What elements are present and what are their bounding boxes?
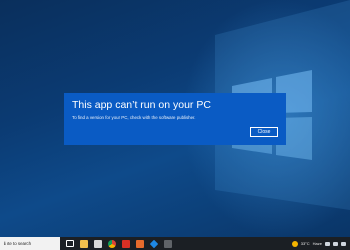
app-error-dialog: This app can’t run on your PC To find a … bbox=[64, 93, 286, 145]
red-app-icon[interactable] bbox=[122, 239, 130, 248]
close-button[interactable]: Close bbox=[250, 127, 278, 137]
volume-icon[interactable] bbox=[333, 241, 338, 246]
taskbar: ℹ ıte to search 33°C Haze bbox=[0, 237, 350, 250]
chrome-icon[interactable] bbox=[108, 239, 116, 248]
photos-icon[interactable] bbox=[136, 239, 144, 248]
store-icon[interactable] bbox=[164, 239, 172, 248]
taskbar-search-box[interactable]: ℹ ıte to search bbox=[0, 237, 60, 250]
dropbox-icon[interactable] bbox=[149, 239, 159, 248]
notification-icon[interactable] bbox=[341, 241, 346, 246]
network-icon[interactable] bbox=[325, 241, 330, 246]
file-explorer-icon[interactable] bbox=[80, 239, 88, 248]
desktop-background: This app can’t run on your PC To find a … bbox=[0, 0, 350, 237]
system-tray: 33°C Haze bbox=[291, 240, 350, 247]
weather-icon[interactable] bbox=[291, 240, 298, 247]
weather-condition[interactable]: Haze bbox=[313, 241, 322, 246]
dialog-message: To find a version for your PC, check wit… bbox=[72, 115, 196, 120]
taskbar-apps bbox=[66, 239, 172, 248]
dialog-title: This app can’t run on your PC bbox=[72, 99, 211, 111]
notes-icon[interactable] bbox=[94, 239, 102, 248]
weather-temperature[interactable]: 33°C bbox=[301, 241, 310, 246]
task-view-icon[interactable] bbox=[66, 240, 74, 247]
